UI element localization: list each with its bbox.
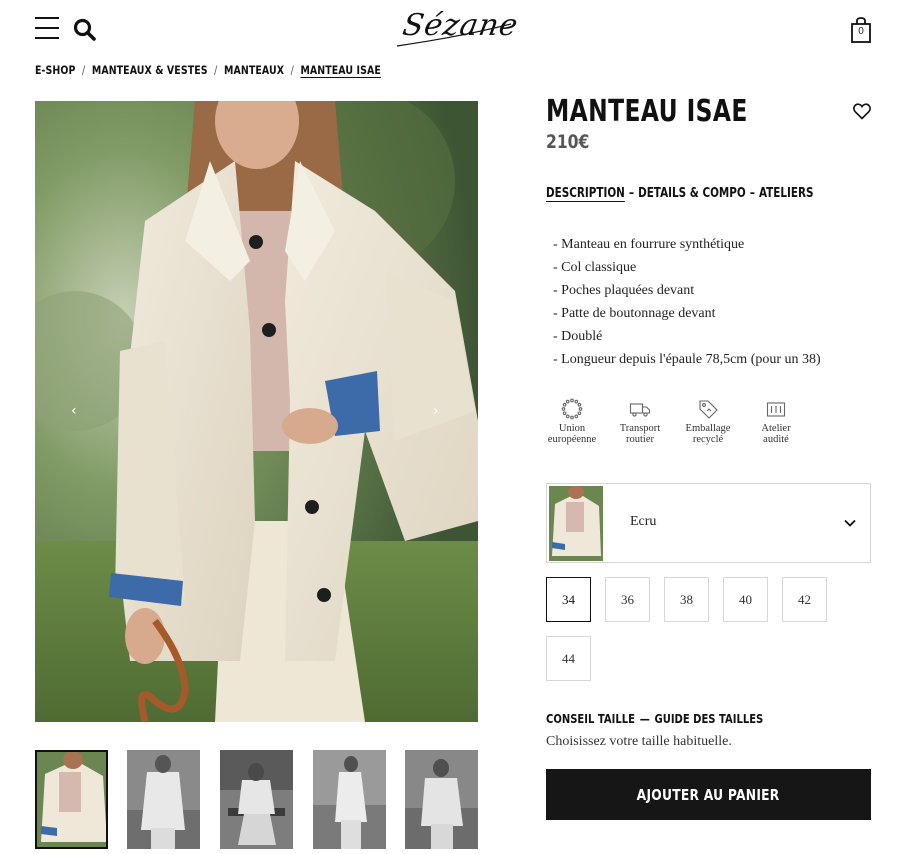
breadcrumb: E-SHOP / MANTEAUX & VESTES / MANTEAUX / MANTEA…	[35, 63, 381, 77]
badge-atelier-audite: Atelier audité	[741, 398, 811, 445]
gallery-next-arrow[interactable]: ›	[433, 403, 439, 419]
breadcrumb-item-manteaux[interactable]: MANTEAUX	[224, 63, 284, 77]
tab-details-compo[interactable]: DETAILS & COMPO	[638, 186, 746, 201]
search-icon[interactable]	[72, 17, 98, 43]
size-option[interactable]: 34	[546, 577, 591, 622]
breadcrumb-item-current[interactable]: MANTEAU ISAE	[300, 63, 380, 77]
tab-ateliers[interactable]: ATELIERS	[759, 186, 814, 201]
size-option[interactable]: 40	[723, 577, 768, 622]
size-option[interactable]: 42	[782, 577, 827, 622]
description-item: Manteau en fourrure synthétique	[553, 233, 821, 256]
gallery-thumbnail[interactable]	[405, 750, 478, 849]
product-title: MANTEAU ISAE	[546, 94, 748, 129]
gallery-thumbnail[interactable]	[35, 750, 108, 849]
breadcrumb-item-manteaux-vestes[interactable]: MANTEAUX & VESTES	[92, 63, 208, 77]
breadcrumb-separator: /	[290, 63, 294, 77]
gallery-thumbnail[interactable]	[220, 750, 293, 849]
badge-label: Transport	[619, 423, 661, 434]
size-option[interactable]: 44	[546, 636, 591, 681]
gallery-prev-arrow[interactable]: ‹	[71, 403, 77, 419]
color-swatch-thumbnail	[549, 486, 603, 561]
badge-emballage-recycle: Emballage recyclé	[673, 398, 743, 445]
badge-label: Atelier	[761, 423, 791, 434]
breadcrumb-separator: /	[214, 63, 218, 77]
badge-label: audité	[763, 434, 789, 445]
badge-label: européenne	[547, 434, 597, 445]
product-main-photo	[35, 101, 478, 722]
cart-count: 0	[858, 26, 864, 37]
badge-label: Emballage	[685, 423, 731, 434]
size-advice-text: Choisissez votre taille habituelle.	[546, 734, 732, 749]
badge-transport-routier: Transport routier	[605, 398, 675, 445]
product-price: 210€	[546, 131, 590, 153]
selected-color-name: Ecru	[630, 514, 657, 529]
description-item: Doublé	[553, 325, 821, 348]
size-option[interactable]: 38	[664, 577, 709, 622]
advice-separator: —	[639, 711, 650, 726]
add-to-cart-label: AJOUTER AU PANIER	[637, 785, 780, 804]
description-item: Longueur depuis l'épaule 78,5cm (pour un…	[553, 348, 821, 371]
tab-separator: –	[749, 186, 755, 201]
guide-des-tailles-link[interactable]: GUIDE DES TAILLES	[655, 711, 764, 726]
product-description-list: Manteau en fourrure synthétique Col clas…	[553, 233, 821, 371]
size-option[interactable]: 36	[605, 577, 650, 622]
heart-icon[interactable]	[853, 103, 871, 120]
badge-label: recyclé	[692, 434, 724, 445]
chevron-down-icon	[844, 519, 856, 527]
add-to-cart-button[interactable]: AJOUTER AU PANIER	[546, 769, 871, 820]
tab-separator: –	[628, 186, 635, 201]
tab-description[interactable]: DESCRIPTION	[546, 186, 625, 201]
breadcrumb-item-eshop[interactable]: E-SHOP	[35, 63, 75, 77]
eu-stars-icon	[561, 398, 583, 420]
badge-label: routier	[626, 434, 654, 445]
recycle-tag-icon	[699, 400, 718, 419]
badge-union-europeenne: Union européenne	[537, 398, 607, 445]
factory-icon	[766, 402, 786, 417]
breadcrumb-separator: /	[82, 63, 86, 77]
color-select[interactable]: Ecru	[546, 483, 871, 563]
gallery-thumbnail[interactable]	[127, 750, 200, 849]
product-info-tabs: DESCRIPTION – DETAILS & COMPO – ATELIERS	[546, 186, 813, 201]
brand-logo[interactable]: Sézane	[393, 6, 521, 50]
conseil-taille-link[interactable]: CONSEIL TAILLE	[546, 711, 635, 726]
truck-icon	[629, 403, 651, 417]
badge-label: Union	[558, 423, 586, 434]
description-item: Patte de boutonnage devant	[553, 302, 821, 325]
description-item: Poches plaquées devant	[553, 279, 821, 302]
size-advice-links: CONSEIL TAILLE — GUIDE DES TAILLES	[546, 711, 763, 726]
shopping-bag-icon[interactable]: 0	[851, 17, 871, 43]
hamburger-menu-icon[interactable]	[35, 17, 59, 39]
description-item: Col classique	[553, 256, 821, 279]
gallery-thumbnail[interactable]	[313, 750, 386, 849]
